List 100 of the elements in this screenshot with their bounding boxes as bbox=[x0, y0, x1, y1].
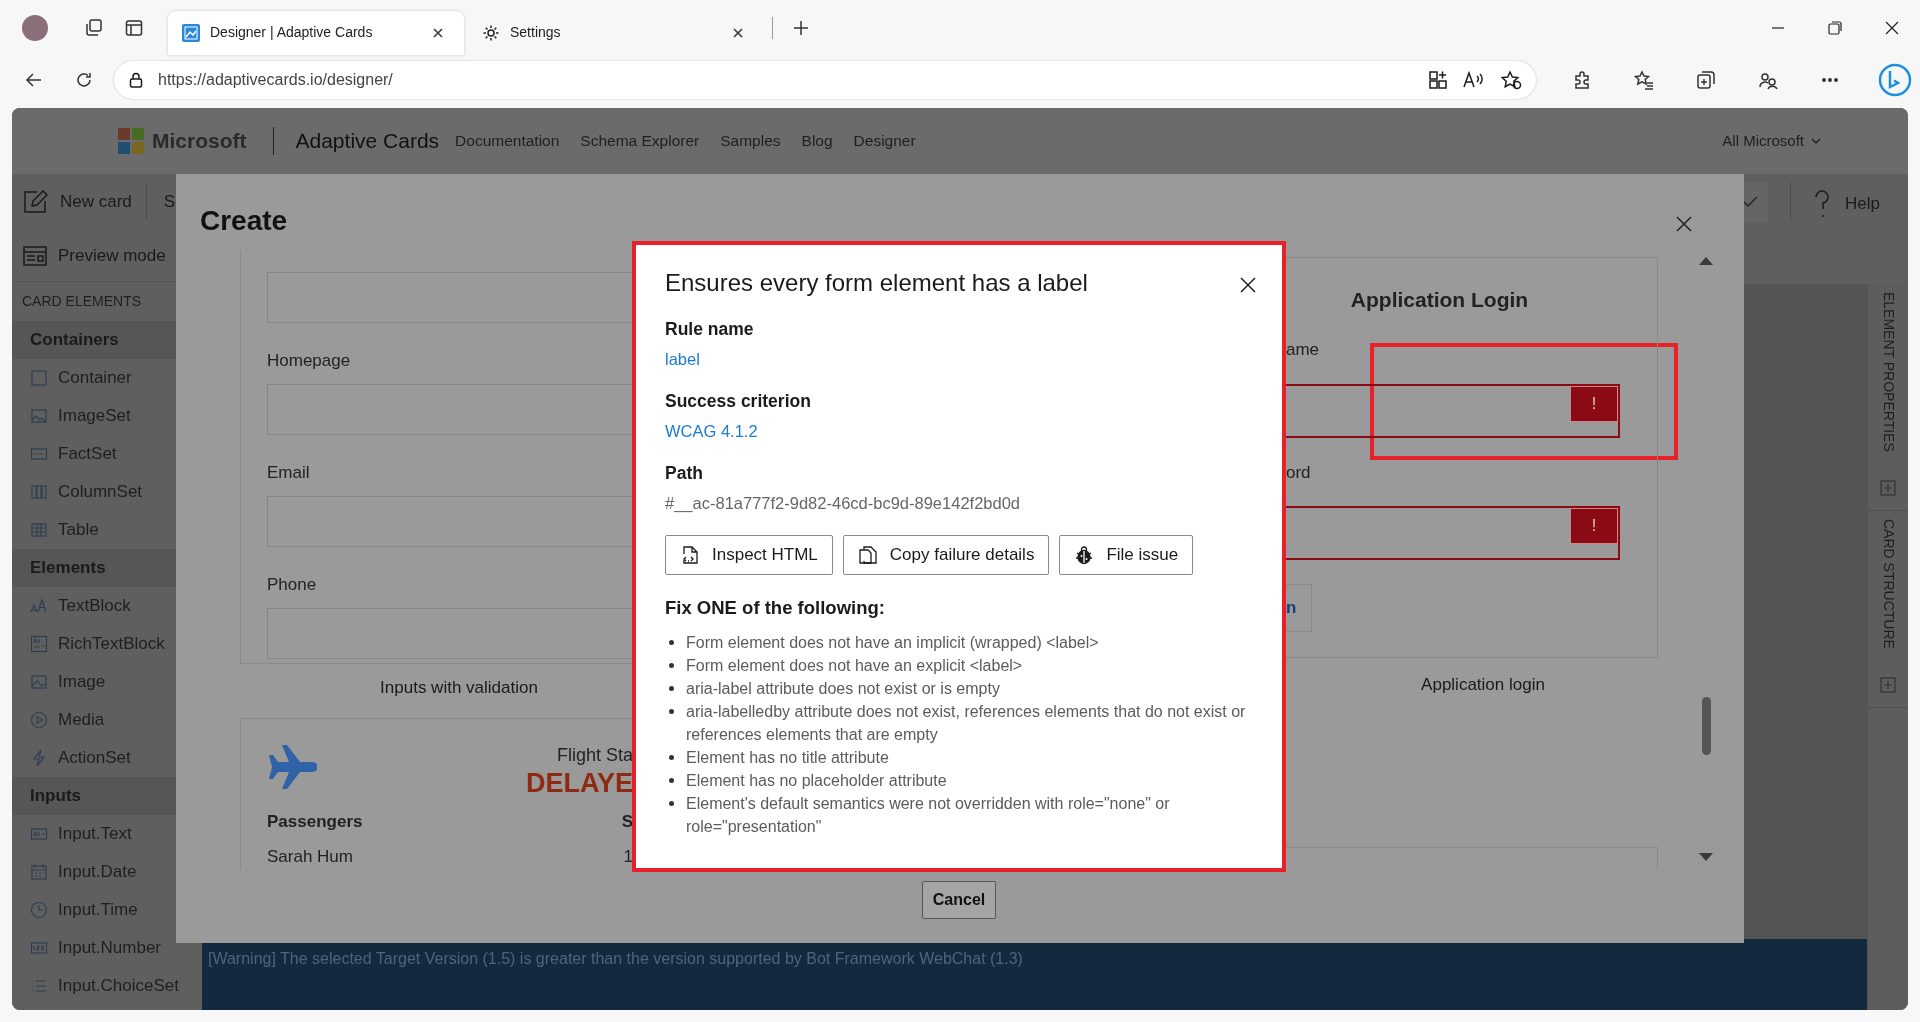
close-icon bbox=[1884, 20, 1899, 35]
bug-icon bbox=[1074, 545, 1095, 565]
scroll-down-icon[interactable] bbox=[1699, 853, 1713, 861]
lock-icon bbox=[128, 70, 144, 89]
action-button[interactable]: File issue bbox=[1059, 535, 1194, 575]
sidebar-item[interactable]: TextBlock bbox=[12, 587, 202, 625]
nav-link[interactable]: Samples bbox=[720, 129, 781, 153]
read-aloud-icon[interactable] bbox=[1462, 69, 1486, 90]
sidebar-item[interactable]: Input.Time bbox=[12, 891, 202, 929]
tab-title: Designer | Adaptive Cards bbox=[210, 23, 374, 42]
panel-icon bbox=[124, 17, 144, 38]
status-value: DELAYE bbox=[525, 767, 632, 799]
b-logo-icon[interactable] bbox=[1878, 62, 1912, 97]
list-item-text: Element's default semantics were not overridden with role="none" or role="presentation" bbox=[686, 794, 1171, 837]
gear-icon bbox=[482, 23, 500, 42]
nav-link[interactable]: Schema Explorer bbox=[580, 129, 700, 153]
list-icon bbox=[30, 977, 48, 995]
sidebar-item[interactable]: ImageSet bbox=[12, 397, 202, 435]
action-button[interactable]: Copy failure details bbox=[842, 535, 1050, 575]
collections-icon bbox=[1696, 69, 1716, 90]
link[interactable]: label bbox=[665, 350, 700, 368]
browser-tab[interactable]: Designer | Adaptive Cards bbox=[168, 10, 464, 55]
star-plus-icon[interactable] bbox=[1500, 69, 1522, 90]
scroll-up-icon[interactable] bbox=[1699, 257, 1713, 265]
copy-icon bbox=[857, 545, 878, 565]
sidebar-item[interactable]: ColumnSet bbox=[12, 473, 202, 511]
close-icon bbox=[1238, 275, 1258, 295]
sidebar-item[interactable]: Media bbox=[12, 701, 202, 739]
help-button[interactable]: Help bbox=[1813, 189, 1880, 219]
list-item-text: Form element does not have an explicit <label> bbox=[686, 656, 1023, 676]
nav-link[interactable]: Blog bbox=[801, 129, 833, 153]
sidebar-item[interactable]: ActionSet bbox=[12, 739, 202, 777]
list-item-text: Element has no placeholder attribute bbox=[686, 771, 947, 791]
toolbar-button[interactable]: S bbox=[163, 189, 176, 215]
code-file-icon bbox=[680, 545, 700, 565]
field-label: Phone bbox=[267, 574, 317, 596]
font-size-icon bbox=[30, 597, 48, 615]
sidebar-item[interactable]: Image bbox=[12, 663, 202, 701]
sidebar-item[interactable]: RichTextBlock bbox=[12, 625, 202, 663]
action-button[interactable]: Inspect HTML bbox=[665, 535, 833, 575]
preview-mode-button[interactable]: Preview mode bbox=[22, 242, 166, 269]
lightning-icon bbox=[30, 749, 48, 767]
input-field[interactable] bbox=[267, 496, 632, 547]
all-microsoft-menu[interactable]: All Microsoft bbox=[1716, 128, 1828, 154]
more-icon bbox=[1822, 77, 1838, 82]
edit-icon bbox=[22, 189, 50, 215]
cancel-button[interactable]: Cancel bbox=[921, 881, 997, 919]
puzzle-icon bbox=[1572, 69, 1592, 90]
apps-icon[interactable] bbox=[1428, 69, 1448, 90]
scrollbar-thumb[interactable] bbox=[1702, 697, 1711, 755]
column-header: S bbox=[621, 811, 632, 833]
table-icon bbox=[30, 521, 48, 539]
column-header: Passengers bbox=[267, 811, 363, 833]
list-item-text: aria-labelledby attribute does not exist, references elements that do not exist or references elements that are empty bbox=[686, 702, 1247, 745]
list-item-text: aria-label attribute does not exist or is empty bbox=[686, 679, 1000, 699]
input-field[interactable]: ! bbox=[1286, 506, 1620, 560]
section-heading: Rule name bbox=[665, 318, 754, 341]
avatar[interactable] bbox=[22, 14, 48, 41]
input-field[interactable] bbox=[267, 272, 632, 323]
bullet-icon bbox=[669, 709, 674, 714]
text-field-icon bbox=[30, 825, 48, 843]
section-heading: Success criterion bbox=[665, 390, 811, 413]
sidebar-item[interactable]: FactSet bbox=[12, 435, 202, 473]
error-badge: ! bbox=[1570, 508, 1618, 544]
brand-name: Microsoft bbox=[152, 128, 247, 155]
nav-link[interactable]: Designer bbox=[853, 129, 916, 153]
section-heading: Fix ONE of the following: bbox=[665, 596, 885, 620]
sidebar-item[interactable]: Container bbox=[12, 359, 202, 397]
overlapping-squares-icon bbox=[84, 17, 104, 38]
sidebar-item[interactable]: Input.Text bbox=[12, 815, 202, 853]
image-icon bbox=[30, 673, 48, 691]
url-text: https://adaptivecards.io/designer/ bbox=[158, 69, 394, 90]
nav-link[interactable]: Documentation bbox=[455, 129, 560, 153]
question-icon bbox=[1813, 189, 1832, 219]
panel-heading: CARD ELEMENTS bbox=[21, 292, 143, 311]
sidebar-item[interactable]: Table bbox=[12, 511, 202, 549]
columns-icon bbox=[30, 483, 48, 501]
restore-icon bbox=[1827, 20, 1842, 35]
list-item-text: Element has no title attribute bbox=[686, 748, 889, 768]
address-bar[interactable]: https://adaptivecards.io/designer/ bbox=[114, 60, 1536, 99]
side-tab[interactable]: ELEMENT PROPERTIES bbox=[1877, 284, 1899, 460]
bullet-icon bbox=[669, 801, 674, 806]
new-card-button[interactable]: New card bbox=[22, 189, 132, 215]
sidebar-item[interactable]: Input.Number bbox=[12, 929, 202, 967]
card-title: Application Login bbox=[1350, 288, 1529, 311]
path-text: #__ac-81a777f2-9d82-46cd-bc9d-89e142f2bd0d bbox=[665, 494, 1021, 512]
sidebar-item[interactable]: Input.ChoiceSet bbox=[12, 967, 202, 1005]
input-field[interactable] bbox=[267, 608, 632, 659]
bullet-icon bbox=[669, 640, 674, 645]
input-field[interactable]: ! bbox=[1286, 384, 1620, 438]
side-tab[interactable]: CARD STRUCTURE bbox=[1877, 510, 1899, 657]
list-item-text: Form element does not have an implicit (wrapped) <label> bbox=[686, 633, 1099, 653]
link[interactable]: WCAG 4.1.2 bbox=[665, 422, 758, 440]
minimize-icon bbox=[1770, 26, 1785, 29]
field-label: Email bbox=[267, 462, 310, 484]
sidebar-item[interactable]: Input.Date bbox=[12, 853, 202, 891]
star-list-icon bbox=[1634, 69, 1654, 90]
submit-button[interactable]: n bbox=[1286, 584, 1312, 632]
input-field[interactable] bbox=[267, 384, 632, 435]
browser-tab[interactable]: Settings bbox=[468, 10, 764, 55]
